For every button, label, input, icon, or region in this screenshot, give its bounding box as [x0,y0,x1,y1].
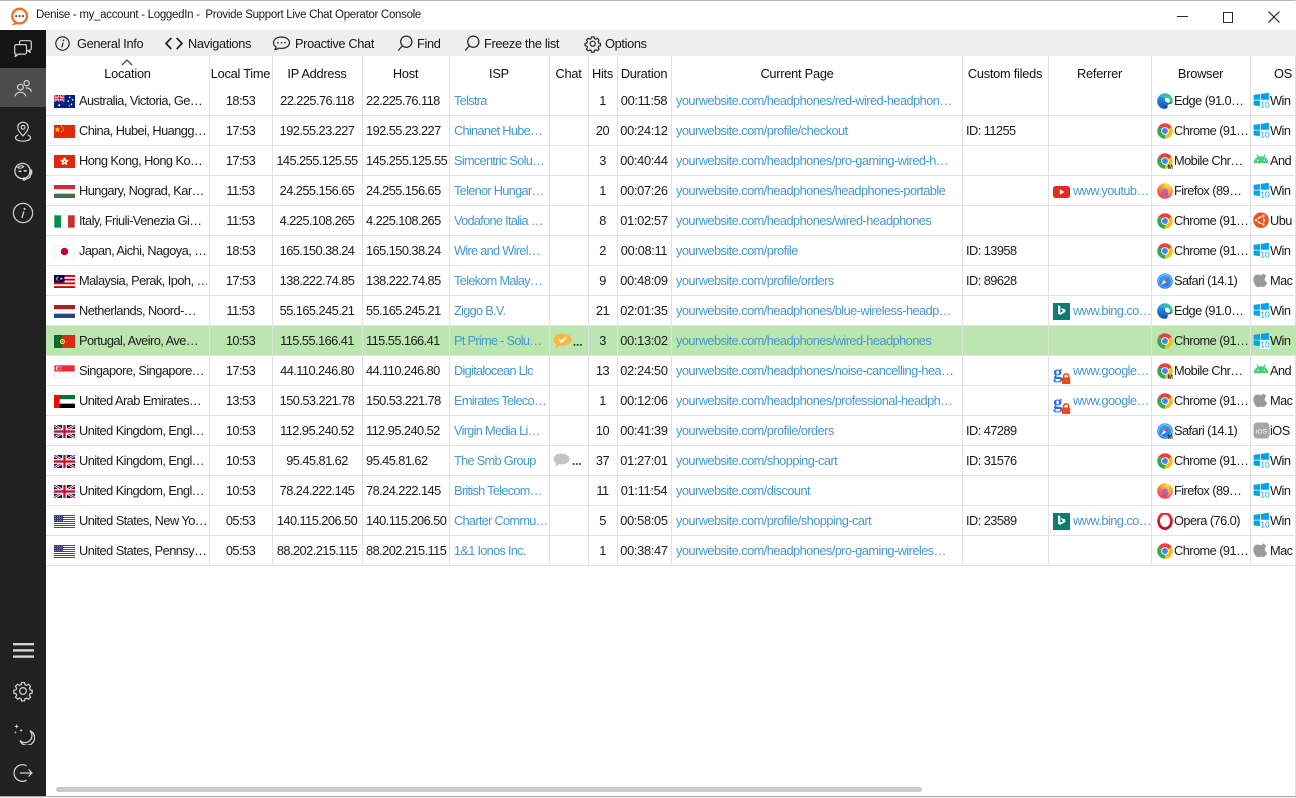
svg-text:10: 10 [1260,99,1270,108]
svg-text:10: 10 [1260,189,1270,198]
svg-text:iOS: iOS [1256,428,1268,435]
svg-text:10: 10 [1260,459,1270,468]
svg-text:10: 10 [1260,249,1270,258]
svg-text:M: M [1167,434,1172,440]
svg-text:M: M [1167,164,1172,170]
svg-text:M: M [1167,374,1172,380]
svg-text:10: 10 [1260,489,1270,498]
svg-text:g: g [1053,365,1063,384]
svg-text:10: 10 [1260,309,1270,318]
svg-text:g: g [1053,395,1063,414]
svg-text:10: 10 [1260,339,1270,348]
svg-text:10: 10 [1260,129,1270,138]
svg-text:10: 10 [1260,519,1270,528]
